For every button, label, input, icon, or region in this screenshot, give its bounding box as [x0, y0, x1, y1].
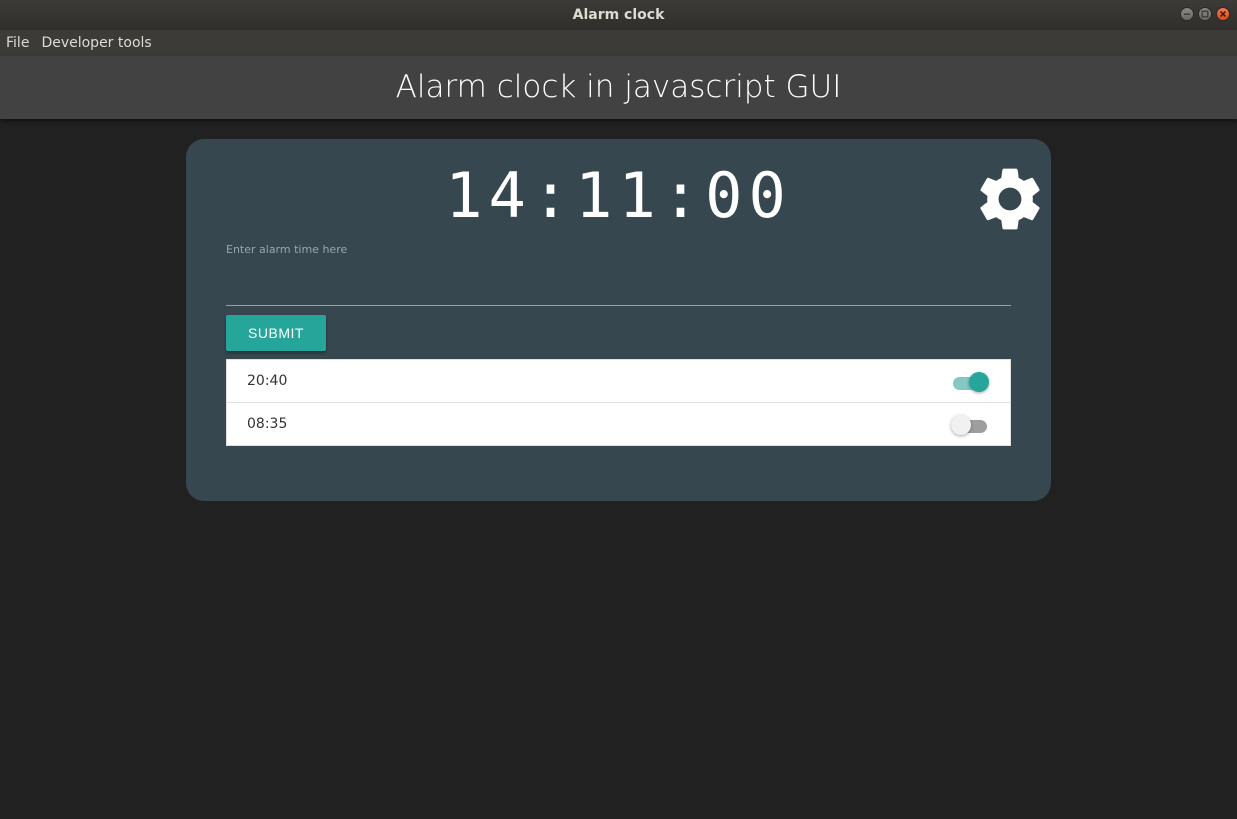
switch-thumb — [969, 372, 989, 392]
window-title: Alarm clock — [572, 7, 665, 23]
page-title: Alarm clock in javascript GUI — [395, 69, 842, 105]
alarm-toggle-switch[interactable] — [951, 415, 989, 435]
alarm-row: 20:40 — [227, 360, 1010, 403]
minimize-icon[interactable] — [1180, 7, 1194, 21]
alarm-time-label: Enter alarm time here — [226, 243, 348, 256]
switch-thumb — [951, 415, 971, 435]
clock-display: 14:11:00 — [445, 159, 792, 232]
menu-bar: File Developer tools — [0, 30, 1237, 56]
window-controls — [1180, 7, 1230, 21]
maximize-icon[interactable] — [1198, 7, 1212, 21]
window-titlebar[interactable]: Alarm clock — [0, 0, 1237, 30]
gear-icon[interactable] — [972, 161, 1048, 237]
app-header: Alarm clock in javascript GUI — [0, 56, 1237, 119]
alarm-list: 20:40 08:35 — [226, 359, 1011, 446]
alarm-toggle-switch[interactable] — [951, 372, 989, 392]
alarm-time: 08:35 — [247, 416, 288, 432]
submit-button[interactable]: SUBMIT — [226, 315, 326, 351]
alarm-row: 08:35 — [227, 403, 1010, 445]
menu-developer-tools[interactable]: Developer tools — [35, 30, 157, 56]
close-icon[interactable] — [1216, 7, 1230, 21]
alarm-time-input[interactable] — [226, 267, 1011, 306]
alarm-time: 20:40 — [247, 373, 288, 389]
menu-file[interactable]: File — [0, 30, 35, 56]
alarm-card: 14:11:00 Enter alarm time here SUBMIT 20… — [186, 139, 1051, 501]
